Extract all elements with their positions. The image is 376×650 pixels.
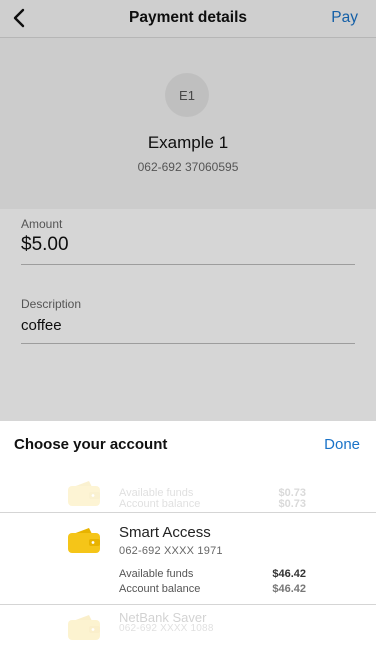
wallet-icon xyxy=(68,615,100,640)
account-number: 062-692 XXXX 1971 xyxy=(119,545,223,557)
account-balance-label: Account balance xyxy=(119,498,201,510)
account-option-previous[interactable]: Available funds $0.73 Account balance $0… xyxy=(0,471,376,511)
account-balance-value: $46.42 xyxy=(272,583,306,595)
account-name: Smart Access xyxy=(119,524,211,541)
available-funds-label: Available funds xyxy=(119,568,194,580)
modal-overlay[interactable] xyxy=(0,0,376,421)
account-option-smart-access[interactable]: Smart Access 062-692 XXXX 1971 Available… xyxy=(0,512,376,605)
available-funds-value: $46.42 xyxy=(272,568,306,580)
account-option-netbank-saver[interactable]: NetBank Saver 062-692 XXXX 1088 xyxy=(0,607,376,650)
account-picker-sheet: Choose your account Done Available funds… xyxy=(0,421,376,650)
done-button[interactable]: Done xyxy=(324,436,360,453)
account-balance-value: $0.73 xyxy=(278,498,306,510)
account-balance-label: Account balance xyxy=(119,583,201,595)
wallet-icon xyxy=(68,481,100,506)
sheet-header: Choose your account Done xyxy=(0,421,376,465)
wallet-icon xyxy=(68,528,100,553)
sheet-title: Choose your account xyxy=(14,436,168,453)
available-funds-row: Available funds $46.42 xyxy=(119,568,306,580)
account-number: 062-692 XXXX 1088 xyxy=(119,623,214,634)
account-balance-row: Account balance $0.73 xyxy=(119,498,306,510)
account-balance-row: Account balance $46.42 xyxy=(119,583,306,595)
